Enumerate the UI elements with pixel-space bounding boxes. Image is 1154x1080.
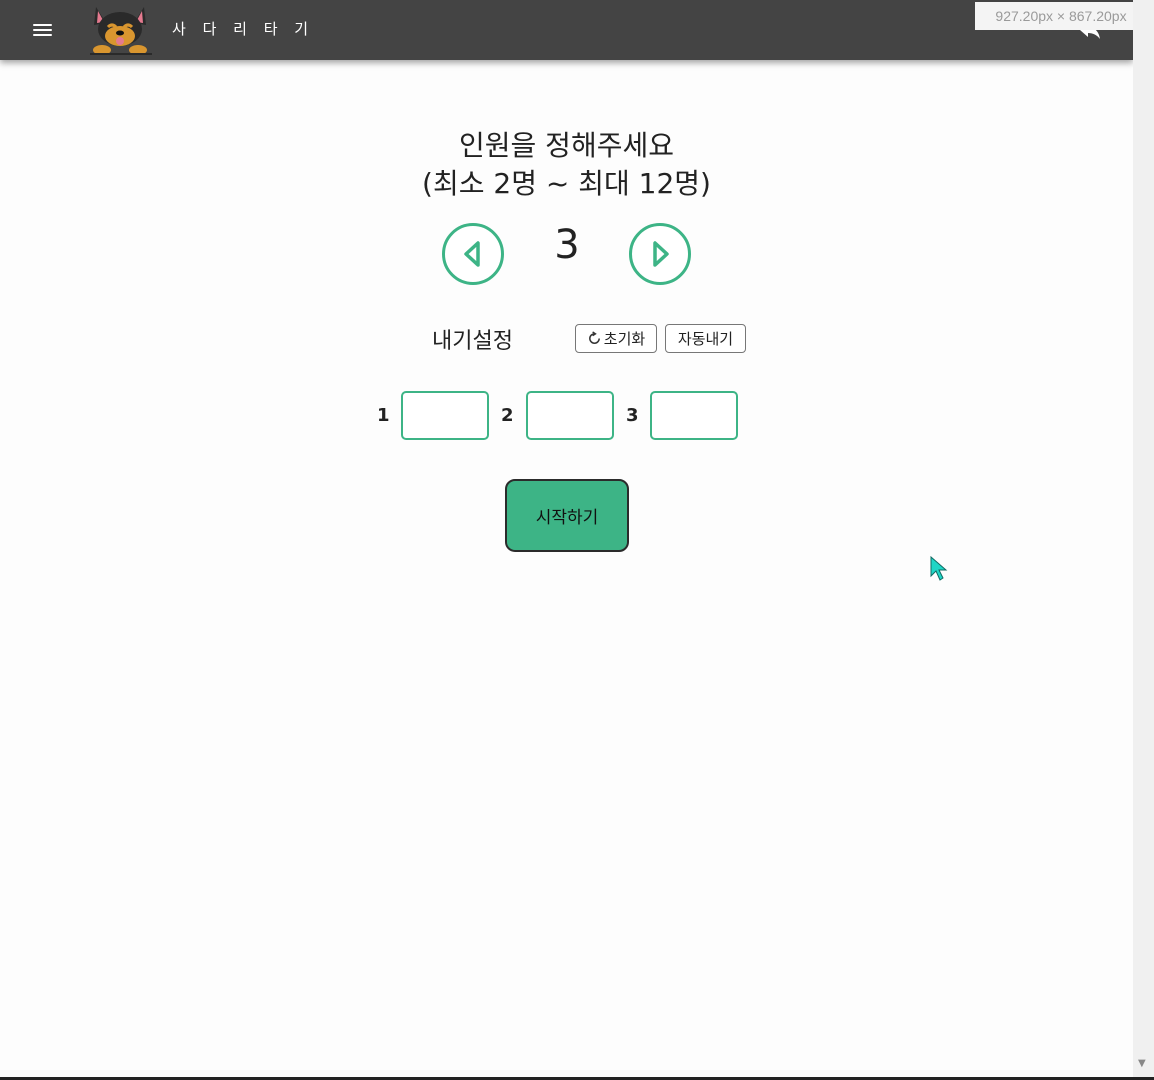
reset-label: 초기화 <box>603 330 646 348</box>
page-title: 인원을 정해주세요 <box>459 129 674 162</box>
player-number: 2 <box>501 405 514 426</box>
reset-button[interactable]: 초기화 <box>575 324 657 353</box>
bet-input-2[interactable] <box>526 391 614 440</box>
decrease-count-button[interactable] <box>442 223 504 285</box>
page-subtitle: (최소 2명 ~ 최대 12명) <box>422 167 711 200</box>
page: 사 다 리 타 기 927.20px × 867.20px 인원을 정해주세요 … <box>0 0 1154 1080</box>
auto-bet-button[interactable]: 자동내기 <box>665 324 746 353</box>
player-count: 3 <box>554 222 580 268</box>
app-header: 사 다 리 타 기 <box>0 0 1133 60</box>
increase-count-button[interactable] <box>629 223 691 285</box>
hamburger-menu-icon[interactable] <box>33 22 53 38</box>
bet-input-3[interactable] <box>650 391 738 440</box>
triangle-right-icon <box>653 241 669 267</box>
bet-input-1[interactable] <box>401 391 489 440</box>
vertical-scrollbar[interactable] <box>1133 0 1154 1078</box>
auto-bet-label: 자동내기 <box>677 330 734 348</box>
mouse-cursor-icon <box>930 556 948 581</box>
refresh-icon <box>588 331 600 344</box>
scroll-down-icon[interactable]: ▼ <box>1138 1058 1146 1069</box>
player-number: 3 <box>626 405 639 426</box>
player-number: 1 <box>377 405 390 426</box>
dog-mascot-logo[interactable] <box>88 3 154 57</box>
triangle-left-icon <box>464 241 480 267</box>
start-button[interactable]: 시작하기 <box>505 479 629 552</box>
app-title: 사 다 리 타 기 <box>172 20 315 38</box>
bet-settings-label: 내기설정 <box>432 329 513 354</box>
dimensions-overlay: 927.20px × 867.20px <box>975 2 1147 30</box>
